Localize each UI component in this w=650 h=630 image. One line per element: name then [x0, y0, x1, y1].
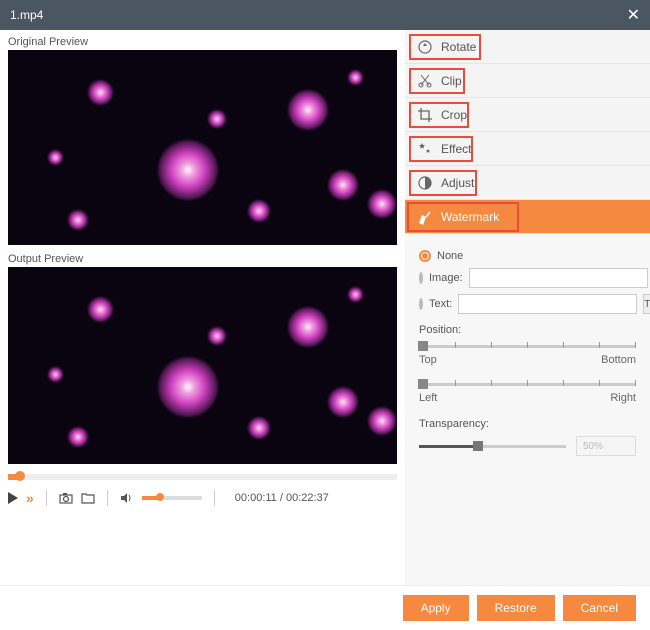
radio-none-label: None — [437, 250, 463, 262]
snapshot-icon[interactable] — [59, 492, 73, 504]
watermark-panel: None Image: Text: T ▦ Position: — [405, 234, 650, 466]
volume-icon[interactable] — [120, 492, 134, 504]
radio-text[interactable] — [419, 298, 423, 310]
tab-adjust-label: Adjust — [441, 176, 474, 190]
total-time: 00:22:37 — [286, 492, 329, 504]
seek-thumb[interactable] — [15, 471, 25, 481]
time-display: 00:00:11 / 00:22:37 — [235, 492, 329, 504]
seek-bar[interactable] — [8, 474, 397, 480]
position-vertical-slider[interactable] — [419, 342, 636, 350]
pos-right-label: Right — [610, 392, 636, 404]
radio-none[interactable] — [419, 250, 431, 262]
tab-watermark[interactable]: Watermark — [405, 200, 650, 234]
radio-image-label: Image: — [429, 272, 463, 284]
text-style-icon[interactable]: T — [643, 294, 650, 314]
transparency-label: Transparency: — [419, 418, 636, 430]
rotate-icon — [417, 39, 433, 55]
image-path-input[interactable] — [469, 268, 648, 288]
pos-bottom-label: Bottom — [601, 354, 636, 366]
tab-clip[interactable]: Clip — [405, 64, 650, 98]
restore-button[interactable]: Restore — [477, 595, 555, 621]
tab-watermark-label: Watermark — [441, 210, 499, 224]
radio-image[interactable] — [419, 272, 423, 284]
adjust-icon — [417, 175, 433, 191]
crop-icon — [417, 107, 433, 123]
text-input[interactable] — [458, 294, 637, 314]
titlebar: 1.mp4 ✕ — [0, 0, 650, 30]
cancel-button[interactable]: Cancel — [563, 595, 636, 621]
watermark-icon — [417, 209, 433, 225]
play-icon[interactable] — [8, 492, 18, 504]
clip-icon — [417, 73, 433, 89]
output-preview-label: Output Preview — [8, 251, 397, 267]
close-icon[interactable]: ✕ — [627, 5, 640, 25]
pos-left-label: Left — [419, 392, 437, 404]
footer: Apply Restore Cancel — [0, 585, 650, 630]
apply-button[interactable]: Apply — [403, 595, 469, 621]
transparency-spinner[interactable]: 50% — [576, 436, 636, 456]
original-preview — [8, 50, 397, 245]
transparency-slider[interactable] — [419, 442, 566, 450]
original-preview-label: Original Preview — [8, 34, 397, 50]
tab-adjust[interactable]: Adjust — [405, 166, 650, 200]
radio-text-label: Text: — [429, 298, 452, 310]
tab-clip-label: Clip — [441, 74, 462, 88]
tab-rotate-label: Rotate — [441, 40, 476, 54]
effect-icon — [417, 141, 433, 157]
window-title: 1.mp4 — [10, 8, 43, 22]
tab-crop-label: Crop — [441, 108, 467, 122]
volume-slider[interactable] — [142, 496, 202, 500]
tab-rotate[interactable]: Rotate — [405, 30, 650, 64]
pos-top-label: Top — [419, 354, 437, 366]
tab-effect[interactable]: Effect — [405, 132, 650, 166]
fast-forward-icon[interactable]: » — [26, 490, 34, 506]
tab-crop[interactable]: Crop — [405, 98, 650, 132]
position-horizontal-slider[interactable] — [419, 380, 636, 388]
tab-effect-label: Effect — [441, 142, 471, 156]
position-label: Position: — [419, 324, 636, 336]
folder-icon[interactable] — [81, 492, 95, 504]
output-preview — [8, 267, 397, 464]
current-time: 00:00:11 — [235, 492, 277, 504]
